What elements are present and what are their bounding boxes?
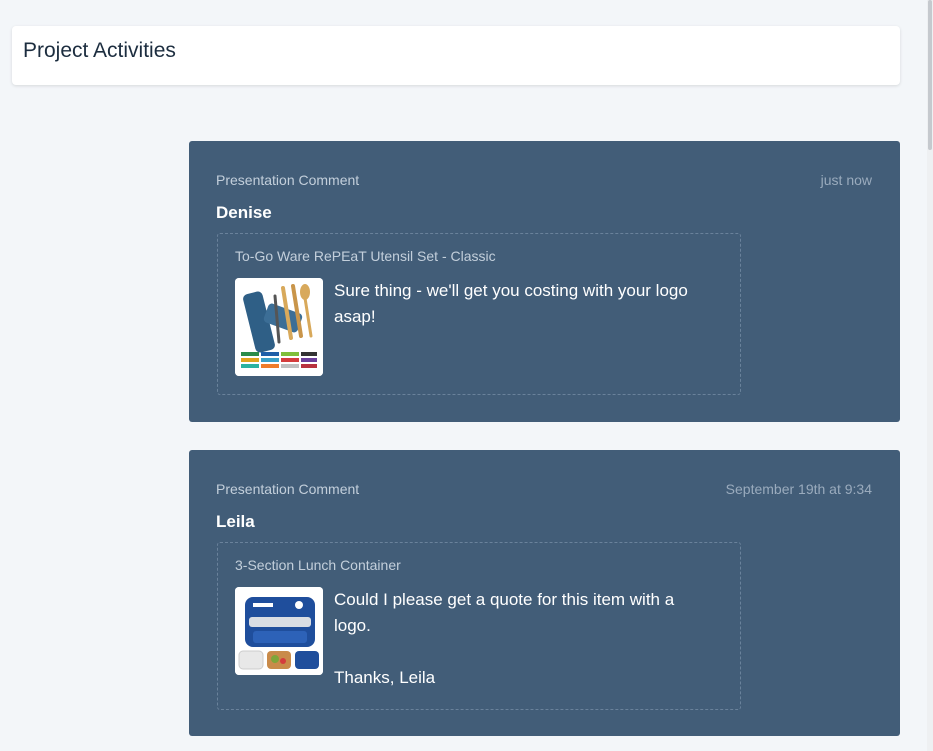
scrollbar-thumb[interactable] bbox=[928, 0, 932, 150]
activity-author: Leila bbox=[216, 512, 255, 531]
activity-time: September 19th at 9:34 bbox=[725, 481, 872, 497]
lunch-container-icon bbox=[235, 587, 323, 675]
product-box[interactable]: 3-Section Lunch Container Could I please… bbox=[217, 542, 741, 710]
scrollbar[interactable] bbox=[927, 0, 933, 751]
activity-card: Presentation Comment just now Denise To-… bbox=[189, 141, 900, 422]
activity-type: Presentation Comment bbox=[216, 481, 360, 497]
activity-time: just now bbox=[820, 172, 872, 188]
page: Project Activities Presentation Comment … bbox=[0, 0, 933, 751]
comment-text: Could I please get a quote for this item… bbox=[334, 590, 675, 687]
product-box[interactable]: To-Go Ware RePEaT Utensil Set - Classic bbox=[217, 233, 741, 395]
comment-text: Sure thing - we'll get you costing with … bbox=[334, 281, 688, 326]
utensil-set-icon bbox=[235, 278, 323, 376]
page-title: Project Activities bbox=[23, 39, 176, 62]
product-name[interactable]: To-Go Ware RePEaT Utensil Set - Classic bbox=[235, 248, 496, 264]
activity-type: Presentation Comment bbox=[216, 172, 360, 188]
product-name[interactable]: 3-Section Lunch Container bbox=[235, 557, 401, 573]
activity-card: Presentation Comment September 19th at 9… bbox=[189, 450, 900, 736]
header-card: Project Activities bbox=[12, 26, 900, 85]
utensil-set-image[interactable] bbox=[235, 278, 323, 376]
lunch-container-image[interactable] bbox=[235, 587, 323, 675]
activity-author: Denise bbox=[216, 203, 272, 222]
